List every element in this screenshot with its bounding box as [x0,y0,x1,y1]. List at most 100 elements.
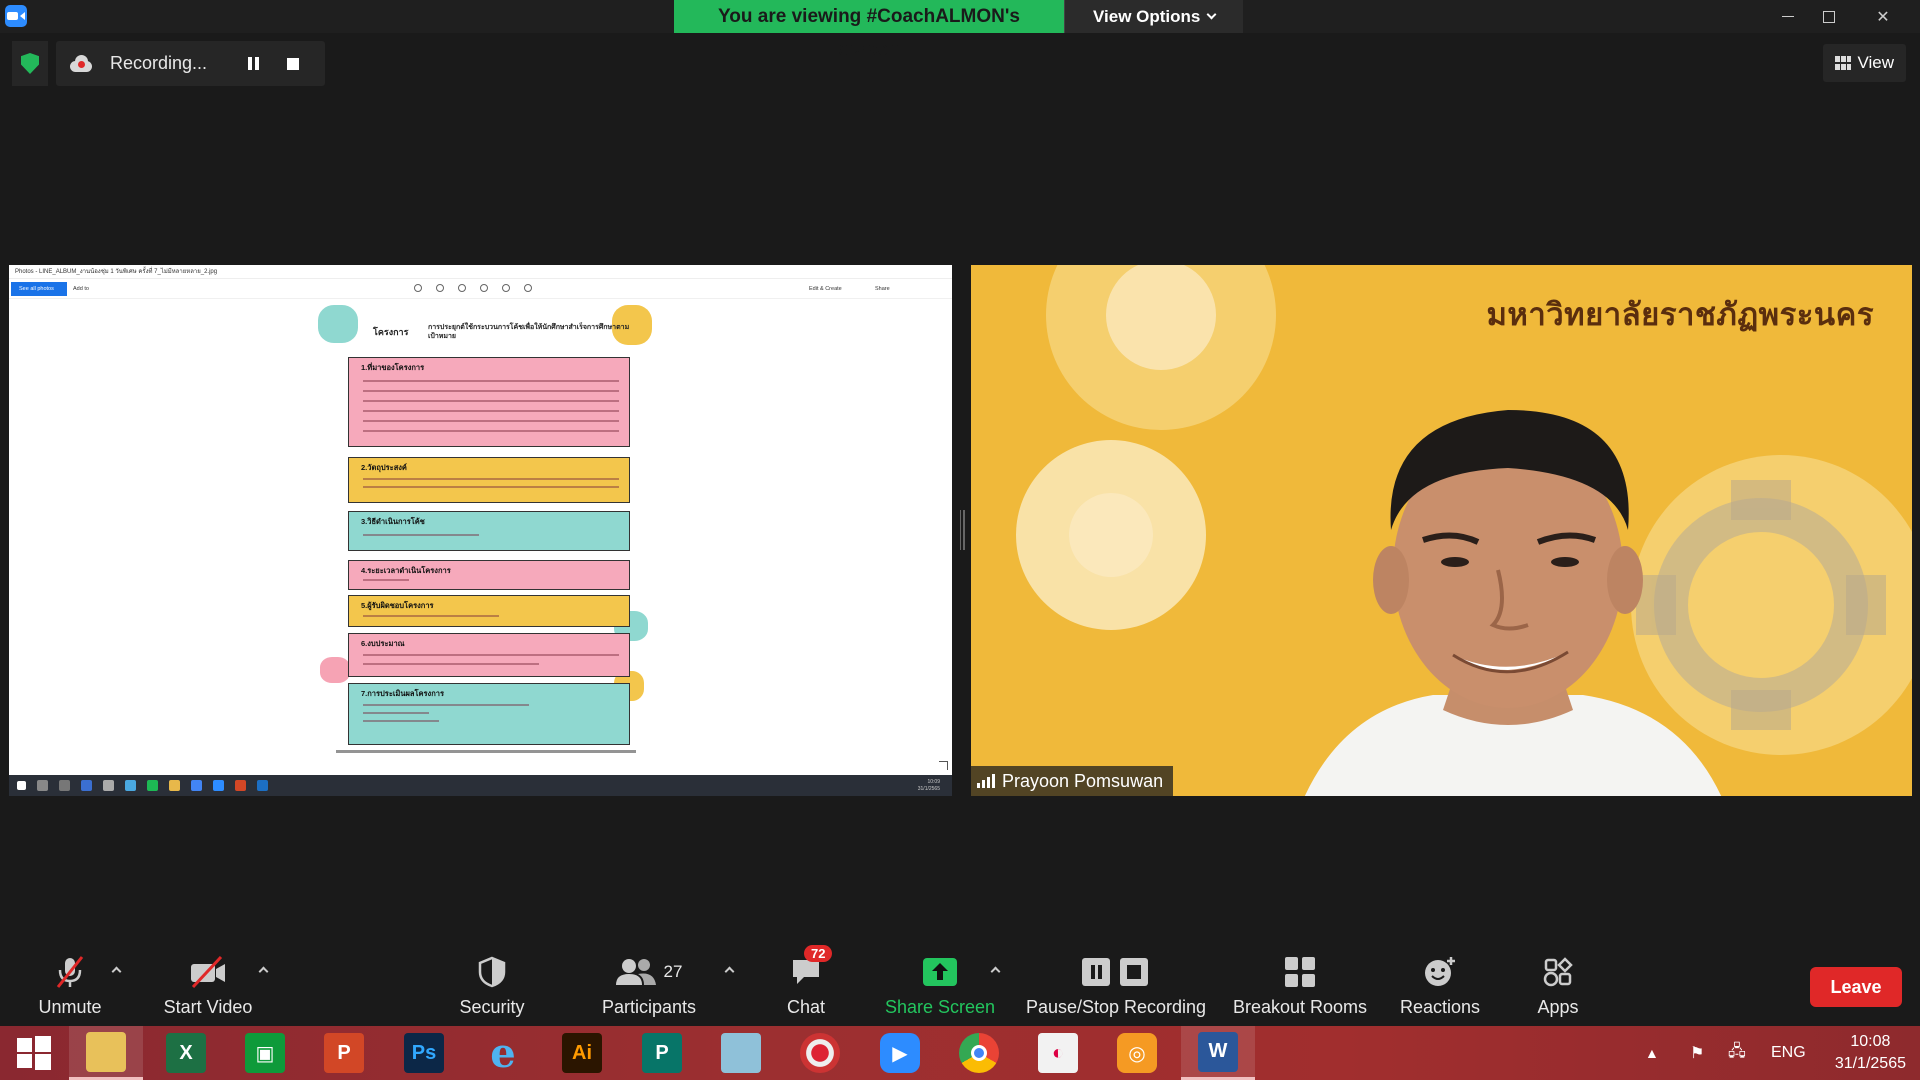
share-screen-button[interactable]: Share Screen [885,940,995,1026]
breakout-rooms-button[interactable]: Breakout Rooms [1231,940,1369,1026]
participants-button[interactable]: 27 Participants [598,940,700,1026]
chat-button[interactable]: 72 Chat [780,940,833,1026]
taskbar-store[interactable]: ▣ [228,1026,302,1080]
taskbar-excel[interactable]: X [149,1026,223,1080]
participants-options-caret-icon[interactable] [724,966,735,977]
taskbar-time: 10:08 [1850,1033,1891,1050]
taskbar-photoscape[interactable] [783,1026,857,1080]
taskbar-photoshop[interactable]: Ps [387,1026,461,1080]
app-icon [235,780,246,791]
zoom-out-icon[interactable] [436,284,444,292]
view-options-button[interactable]: View Options [1064,0,1243,33]
breakout-rooms-label: Breakout Rooms [1232,997,1368,1017]
taskbar-photos[interactable]: ◐ [1021,1026,1095,1080]
network-icon[interactable]: 🖧 [1728,1026,1746,1080]
line-app-icon [147,780,158,791]
window-restore-button[interactable] [1806,0,1852,33]
poster-section: 2.วัตถุประสงค์ [348,457,630,503]
action-center-flag-icon[interactable]: ⚑ [1690,1026,1704,1080]
taskbar-file-explorer[interactable] [69,1026,143,1080]
video-options-caret-icon[interactable] [258,966,269,977]
chevron-down-icon [1206,9,1217,20]
taskbar-powerpoint[interactable]: P [307,1026,381,1080]
reactions-button[interactable]: Reactions [1396,940,1484,1026]
pause-recording-button[interactable] [233,41,273,86]
taskbar-publisher[interactable]: P [625,1026,699,1080]
poster-decoration [318,305,358,343]
task-view-icon [59,780,70,791]
zoom-icon: ▶ [880,1033,920,1073]
photos-app-icon [257,780,268,791]
windows-start-button[interactable] [0,1026,68,1080]
windows-logo-icon [17,1036,51,1070]
taskbar-internet-explorer[interactable]: e [466,1026,540,1080]
viewing-banner: You are viewing #CoachALMON's screen Vie… [674,0,1243,60]
rotate-icon[interactable] [502,284,510,292]
photos-toolbar: See all photos Add to Edit & Create Shar… [9,279,952,299]
stop-recording-button[interactable] [273,41,313,86]
photos-window-title: Photos - LINE_ALBUM_งานน้องชุ่ม 1 วันพิเ… [9,265,952,279]
shield-icon [478,955,506,989]
participant-name-tag: Prayoon Pomsuwan [971,766,1174,796]
start-video-button[interactable]: Start Video [158,940,258,1026]
poster-credits [336,750,636,753]
security-button[interactable]: Security [452,940,532,1026]
shared-screen-taskbar [9,775,952,796]
poster-section-title: 1.ที่มาของโครงการ [361,363,425,372]
apps-icon [1543,955,1573,989]
participants-label: Participants [601,997,697,1017]
add-to-button[interactable]: Add to [73,282,89,296]
shared-screen-clock-date: 31/1/2565 [917,786,940,792]
start-video-label: Start Video [163,997,253,1017]
camera-app-icon: ◎ [1117,1033,1157,1073]
chat-bubble-icon: 72 [790,945,833,989]
panel-splitter-handle[interactable] [959,510,965,550]
app-icon [81,780,92,791]
view-layout-label: View [1857,53,1894,72]
illustrator-icon: Ai [562,1033,602,1073]
taskbar-chrome[interactable] [942,1026,1016,1080]
chat-unread-badge: 72 [804,945,833,962]
taskbar-word[interactable]: W [1181,1026,1255,1080]
taskbar-app[interactable] [704,1026,778,1080]
crop-icon[interactable] [524,284,532,292]
zoom-in-icon[interactable] [414,284,422,292]
meeting-info-button[interactable] [12,41,48,86]
window-close-button[interactable] [1860,0,1906,33]
photos-icon: ◐ [1038,1033,1078,1073]
shared-screen-clock-time: 10:09 [927,779,940,785]
pause-stop-recording-button[interactable]: Pause/Stop Recording [1026,940,1206,1026]
participant-video[interactable]: มหาวิทยาลัยราชภัฏพระนคร Prayoon Pomsuwan [971,265,1912,796]
poster-section-title: 3.วิธีดำเนินการโค้ช [361,517,425,526]
shared-screen[interactable]: Photos - LINE_ALBUM_งานน้องชุ่ม 1 วันพิเ… [9,265,952,796]
poster-section: 6.งบประมาณ [348,633,630,677]
see-all-photos-button[interactable]: See all photos [11,282,67,296]
recording-label: Recording... [110,53,208,73]
taskbar-illustrator[interactable]: Ai [545,1026,619,1080]
poster-section-title: 2.วัตถุประสงค์ [361,463,407,472]
expand-icon[interactable] [939,761,948,770]
show-hidden-icons-button[interactable]: ▲ [1645,1026,1659,1080]
poster-subtitle: การประยุกต์ใช้กระบวนการโค้ชเพื่อให้นักศึ… [428,324,630,340]
taskbar-zoom[interactable]: ▶ [863,1026,937,1080]
taskbar-clock[interactable]: 10:08 31/1/2565 [1835,1031,1906,1075]
edit-create-button[interactable]: Edit & Create [809,282,842,296]
apps-label: Apps [1537,997,1579,1017]
poster-section-title: 7.การประเมินผลโครงการ [361,689,444,698]
leave-meeting-button[interactable]: Leave [1810,967,1902,1007]
language-indicator[interactable]: ENG [1771,1026,1806,1080]
taskbar-camera-app[interactable]: ◎ [1100,1026,1174,1080]
delete-icon[interactable] [458,284,466,292]
view-layout-button[interactable]: View [1823,44,1906,82]
window-minimize-button[interactable] [1765,0,1811,33]
participant-name: Prayoon Pomsuwan [1002,770,1164,791]
unmute-button[interactable]: Unmute [30,940,110,1026]
photos-toolbar-icons [414,284,532,292]
share-photo-button[interactable]: Share [875,282,890,296]
folder-icon [169,780,180,791]
apps-button[interactable]: Apps [1534,940,1582,1026]
viewing-banner-text: You are viewing #CoachALMON's screen [674,0,1064,60]
grid-view-icon [1835,56,1852,70]
audio-options-caret-icon[interactable] [111,966,122,977]
favorite-icon[interactable] [480,284,488,292]
